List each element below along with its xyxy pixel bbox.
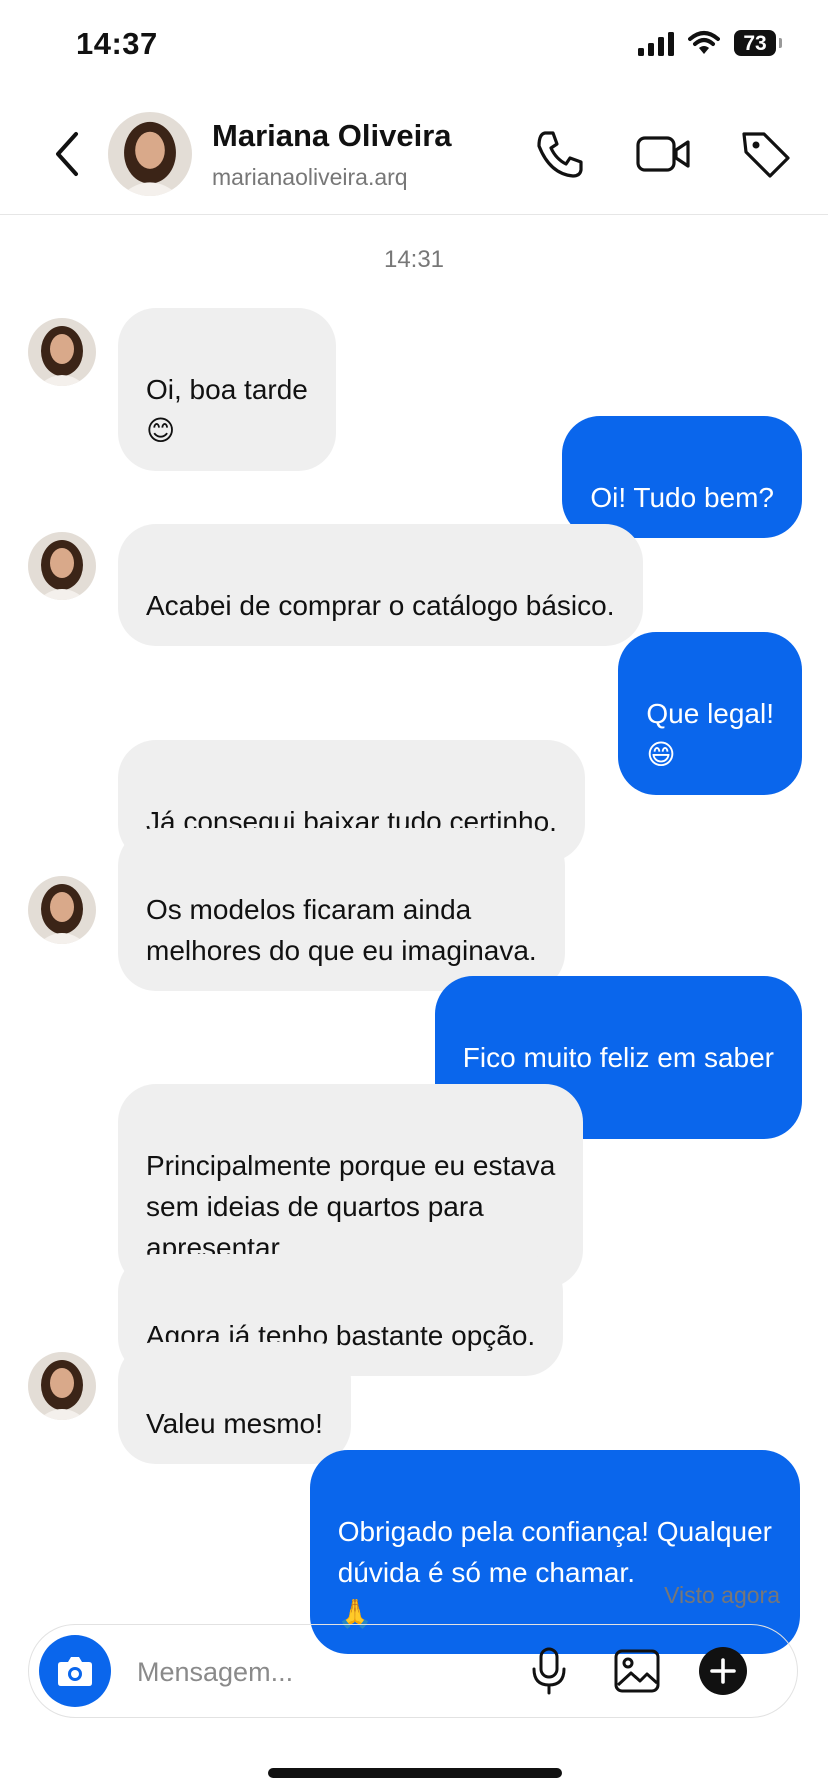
incoming-message[interactable]: Valeu mesmo! (118, 1342, 351, 1464)
message-composer (28, 1624, 798, 1718)
incoming-message[interactable]: Os modelos ficaram ainda melhores do que… (118, 828, 565, 991)
home-indicator (268, 1768, 562, 1778)
contact-avatar[interactable] (28, 318, 96, 386)
battery-indicator: 73 (734, 30, 782, 56)
contact-avatar[interactable] (28, 532, 96, 600)
grin-emoji: 😄 (646, 738, 676, 771)
contact-username[interactable]: marianaoliveira.arq (212, 164, 408, 191)
status-bar: 14:37 73 (0, 0, 828, 90)
image-icon[interactable] (611, 1645, 663, 1697)
avatar[interactable] (108, 112, 192, 196)
chat-header: Mariana Oliveira marianaoliveira.arq (0, 100, 828, 215)
back-icon[interactable] (50, 128, 86, 180)
incoming-message[interactable]: Oi, boa tarde 😊 (118, 308, 336, 471)
contact-name[interactable]: Mariana Oliveira (212, 118, 452, 154)
status-time: 14:37 (76, 26, 158, 61)
camera-button[interactable] (39, 1635, 111, 1707)
outgoing-message[interactable]: Que legal! 😄 (618, 632, 802, 795)
outgoing-message[interactable]: Oi! Tudo bem? (562, 416, 802, 538)
message-input[interactable] (135, 1649, 439, 1695)
tag-icon[interactable] (736, 124, 796, 184)
signal-icon (638, 32, 674, 56)
plus-icon[interactable] (697, 1645, 749, 1697)
incoming-message[interactable]: Acabei de comprar o catálogo básico. (118, 524, 643, 646)
microphone-icon[interactable] (523, 1645, 575, 1697)
contact-avatar[interactable] (28, 876, 96, 944)
contact-avatar[interactable] (28, 1352, 96, 1420)
smile-emoji: 😊 (146, 414, 176, 447)
phone-icon[interactable] (530, 124, 590, 184)
camera-icon (58, 1657, 92, 1686)
seen-status: Visto agora (664, 1582, 780, 1608)
video-icon[interactable] (634, 124, 694, 184)
wifi-icon (688, 31, 720, 54)
message-timestamp: 14:31 (383, 246, 445, 273)
